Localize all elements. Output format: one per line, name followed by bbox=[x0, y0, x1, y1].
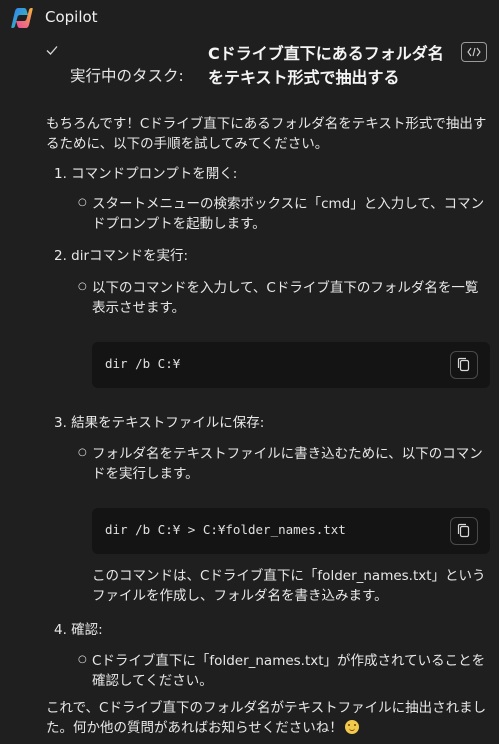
bullet-text: 以下のコマンドを入力して、Cドライブ直下のフォルダ名を一覧表示させます。 bbox=[92, 280, 479, 316]
outro-text: これで、Cドライブ直下のフォルダ名がテキストファイルに抽出されました。何か他の質… bbox=[46, 696, 492, 736]
step-heading: 2. dirコマンドを実行: bbox=[54, 248, 189, 264]
step-heading: 4. 確認: bbox=[54, 622, 103, 638]
step-heading: 3. 結果をテキストファイルに保存: bbox=[54, 415, 265, 431]
code-block: dir /b C:¥ > C:¥folder_names.txt bbox=[92, 508, 490, 554]
outro-message: これで、Cドライブ直下のフォルダ名がテキストファイルに抽出されました。何か他の質… bbox=[46, 700, 487, 736]
bullet-marker: ○ bbox=[78, 197, 87, 208]
task-label: 実行中のタスク: bbox=[70, 67, 184, 85]
copy-icon bbox=[457, 523, 470, 538]
bullet-marker: ○ bbox=[78, 281, 87, 292]
step-heading: 1. コマンドプロンプトを開く: bbox=[54, 166, 238, 182]
step-note: このコマンドは、Cドライブ直下に「folder_names.txt」というファイ… bbox=[92, 568, 486, 604]
bullet-text: Cドライブ直下に「folder_names.txt」が作成されていることを確認し… bbox=[92, 653, 486, 689]
copy-button[interactable] bbox=[450, 517, 478, 545]
code-text: dir /b C:¥ bbox=[105, 356, 181, 371]
bullet-text: スタートメニューの検索ボックスに「cmd」と入力して、コマンドプロンプトを起動し… bbox=[92, 196, 485, 232]
bullet-marker: ○ bbox=[78, 447, 87, 458]
step-bullet: ○ 以下のコマンドを入力して、Cドライブ直下のフォルダ名を一覧表示させます。 bbox=[78, 276, 490, 316]
code-view-button[interactable] bbox=[461, 42, 487, 62]
copilot-logo-icon bbox=[11, 8, 33, 28]
header: Copilot bbox=[0, 0, 499, 34]
step-bullet: ○ Cドライブ直下に「folder_names.txt」が作成されていることを確… bbox=[78, 649, 490, 689]
task-title: Cドライブ直下にあるフォルダ名をテキスト形式で抽出する bbox=[208, 44, 444, 87]
step-bullet: ○ フォルダ名をテキストファイルに書き込むために、以下のコマンドを実行します。 bbox=[78, 442, 490, 482]
step-bullet: ○ スタートメニューの検索ボックスに「cmd」と入力して、コマンドプロンプトを起… bbox=[78, 192, 490, 232]
code-text: dir /b C:¥ > C:¥folder_names.txt bbox=[105, 522, 346, 537]
smile-emoji-icon bbox=[344, 720, 359, 734]
intro-text: もちろんです！Cドライブ直下にあるフォルダ名をテキスト形式で抽出するために、以下… bbox=[46, 116, 487, 152]
bullet-marker: ○ bbox=[78, 654, 87, 665]
copy-button[interactable] bbox=[450, 351, 478, 379]
copy-icon bbox=[457, 357, 470, 372]
check-icon bbox=[46, 46, 58, 55]
app-title: Copilot bbox=[45, 8, 98, 26]
code-view-icon bbox=[467, 47, 481, 57]
task-status: 実行中のタスク: Cドライブ直下にあるフォルダ名をテキスト形式で抽出する bbox=[0, 38, 499, 112]
code-block: dir /b C:¥ bbox=[92, 342, 490, 388]
bullet-text: フォルダ名をテキストファイルに書き込むために、以下のコマンドを実行します。 bbox=[92, 446, 483, 482]
